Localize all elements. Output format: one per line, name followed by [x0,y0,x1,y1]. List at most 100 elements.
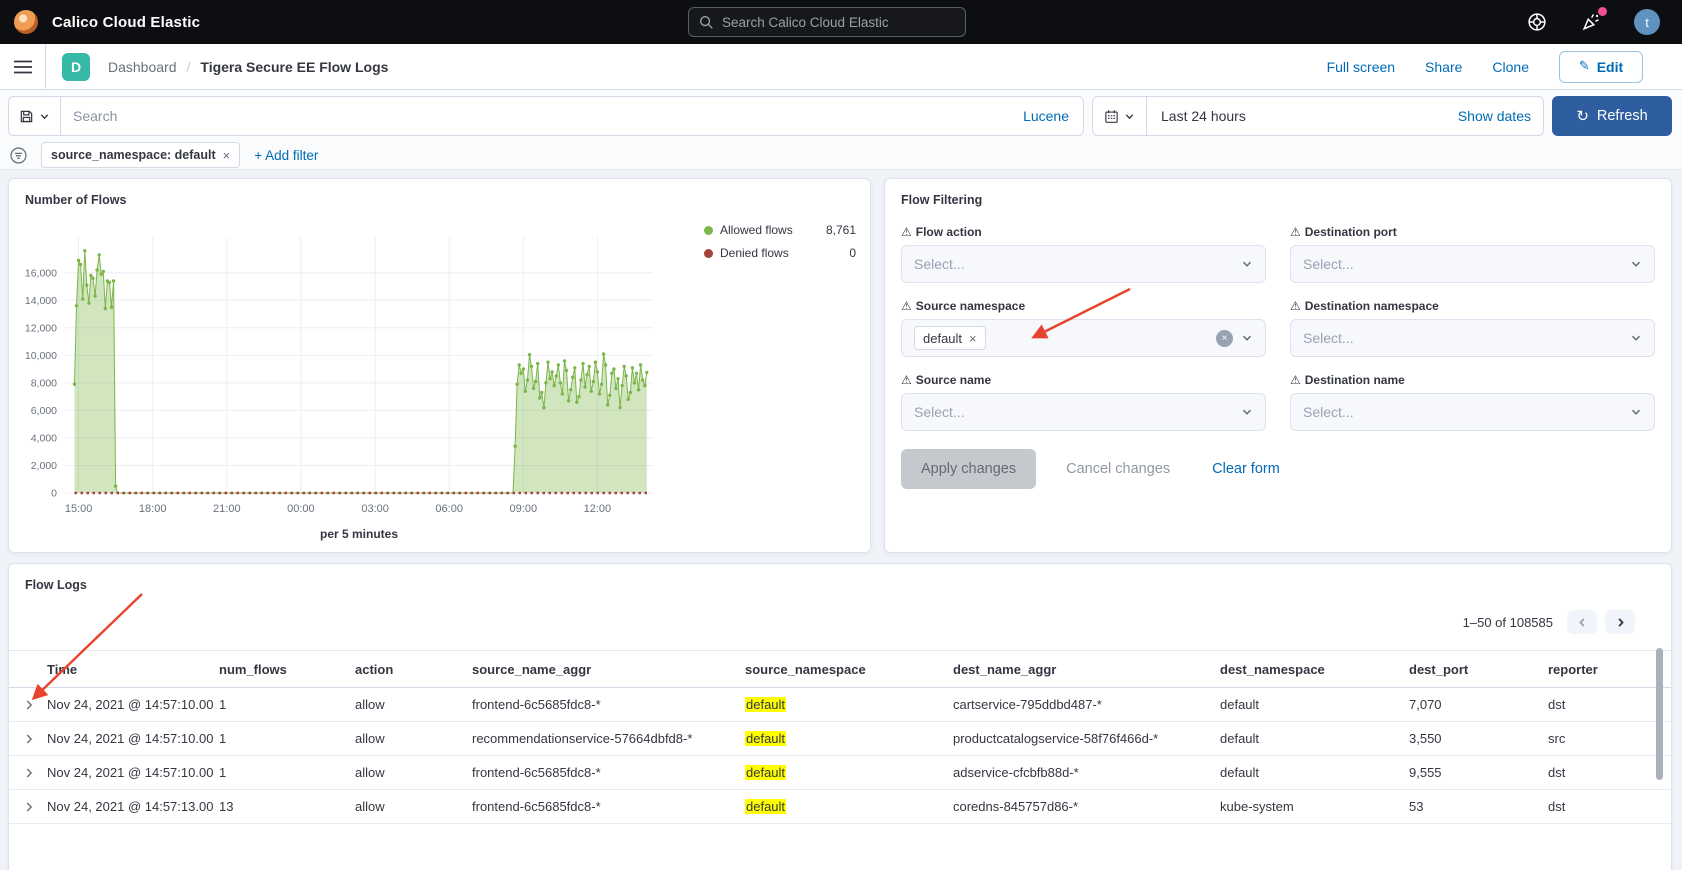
panel-title: Number of Flows [25,193,126,207]
column-header-time[interactable]: Time [41,662,213,677]
menu-toggle-icon[interactable] [0,44,46,89]
date-picker[interactable]: Last 24 hours Show dates [1092,96,1544,136]
legend-item-1[interactable]: Denied flows 0 [704,246,856,260]
legend-label: Denied flows [720,246,789,260]
column-header-dest_name_aggr[interactable]: dest_name_aggr [947,662,1214,677]
field-label-flow-action: ⚠Flow action [901,225,1266,239]
table-scrollbar[interactable] [1656,648,1663,780]
calico-logo-icon[interactable] [14,10,38,34]
panel-title: Flow Filtering [901,193,982,207]
column-header-source_namespace[interactable]: source_namespace [739,662,947,677]
newsfeed-icon[interactable] [1580,11,1602,33]
destination-namespace-select[interactable]: Select... [1290,319,1655,357]
expand-row-button[interactable] [17,733,41,745]
cell-action: allow [349,799,466,814]
clear-selection-icon[interactable]: × [1216,330,1233,347]
column-header-reporter[interactable]: reporter [1542,662,1671,677]
column-header-dest_port[interactable]: dest_port [1403,662,1542,677]
global-search-input[interactable]: Search Calico Cloud Elastic [688,7,966,37]
warning-icon: ⚠ [901,373,912,387]
expand-row-button[interactable] [17,801,41,813]
expand-row-button[interactable] [17,699,41,711]
chevron-right-icon [23,733,35,745]
svg-text:2,000: 2,000 [31,460,57,472]
remove-option-icon[interactable]: × [969,331,977,346]
clone-button[interactable]: Clone [1492,59,1529,75]
legend-item-0[interactable]: Allowed flows 8,761 [704,223,856,237]
cell-time: Nov 24, 2021 @ 14:57:10.000 [41,697,213,712]
clear-form-button[interactable]: Clear form [1212,461,1280,477]
apply-changes-button[interactable]: Apply changes [901,449,1036,489]
breadcrumb-bar: D Dashboard / Tigera Secure EE Flow Logs… [0,44,1682,90]
cancel-changes-button[interactable]: Cancel changes [1066,461,1170,477]
add-filter-button[interactable]: + Add filter [254,148,318,163]
kql-search-input[interactable]: Search Lucene [8,96,1084,136]
share-button[interactable]: Share [1425,59,1462,75]
filter-field-source-name: ⚠Source name Select... [901,373,1266,431]
cell-source_namespace: default [739,799,947,814]
flow-logs-table: Timenum_flowsactionsource_name_aggrsourc… [9,650,1671,824]
chevron-down-icon [1630,406,1642,418]
query-language-button[interactable]: Lucene [1023,108,1083,124]
chevron-right-icon [23,801,35,813]
destination-name-select[interactable]: Select... [1290,393,1655,431]
legend-value: 8,761 [826,223,856,237]
flow-filtering-panel: Flow Filtering ⚠Flow action Select... ⚠D… [884,178,1672,553]
svg-text:6,000: 6,000 [31,405,57,417]
time-range-value[interactable]: Last 24 hours [1161,108,1246,124]
cell-reporter: src [1542,731,1671,746]
flow-action-select[interactable]: Select... [901,245,1266,283]
chevron-down-icon [1241,258,1253,270]
notification-dot [1598,7,1607,16]
edit-button[interactable]: ✎ Edit [1559,51,1643,83]
selected-option-pill[interactable]: default × [914,326,986,350]
destination-port-select[interactable]: Select... [1290,245,1655,283]
chevron-right-icon [23,767,35,779]
column-header-action[interactable]: action [349,662,466,677]
column-header-source_name_aggr[interactable]: source_name_aggr [466,662,739,677]
cell-source_name_aggr: frontend-6c5685fdc8-* [466,799,739,814]
remove-filter-icon[interactable]: × [223,148,231,163]
cell-time: Nov 24, 2021 @ 14:57:10.000 [41,731,213,746]
next-page-button[interactable] [1605,610,1635,634]
source-namespace-combobox[interactable]: default × × [901,319,1266,357]
select-placeholder: Select... [1303,404,1354,420]
svg-text:8,000: 8,000 [31,377,57,389]
breadcrumb-dashboard[interactable]: Dashboard [108,59,177,75]
filter-pill-source-namespace[interactable]: source_namespace: default × [41,142,240,168]
field-label-source-name: ⚠Source name [901,373,1266,387]
save-query-button[interactable] [9,97,61,135]
cell-action: allow [349,765,466,780]
svg-text:18:00: 18:00 [139,503,167,515]
chart-legend: Allowed flows 8,761 Denied flows 0 [704,223,856,269]
highlighted-value: default [745,697,786,712]
chevron-down-icon [1630,258,1642,270]
dashboard-app-badge[interactable]: D [62,53,90,81]
full-screen-button[interactable]: Full screen [1327,59,1395,75]
expand-row-button[interactable] [17,767,41,779]
svg-text:14,000: 14,000 [25,295,57,307]
user-avatar[interactable]: t [1634,9,1660,35]
search-icon [699,15,714,30]
column-header-num_flows[interactable]: num_flows [213,662,349,677]
breadcrumb-separator: / [187,59,191,75]
search-placeholder: Search [73,108,117,124]
cell-dest_namespace: default [1214,731,1403,746]
help-icon[interactable] [1526,11,1548,33]
dashboard-area: Number of Flows 02,0004,0006,0008,00010,… [0,170,1682,870]
source-name-select[interactable]: Select... [901,393,1266,431]
previous-page-button[interactable] [1567,610,1597,634]
pagination-label: 1–50 of 108585 [1463,615,1553,630]
show-dates-button[interactable]: Show dates [1458,108,1543,124]
select-placeholder: Select... [914,404,965,420]
warning-icon: ⚠ [1290,299,1301,313]
refresh-button[interactable]: ↻ Refresh [1552,96,1672,136]
date-picker-menu-button[interactable] [1093,97,1147,135]
filter-field-flow-action: ⚠Flow action Select... [901,225,1266,283]
column-header-dest_namespace[interactable]: dest_namespace [1214,662,1403,677]
pencil-icon: ✎ [1579,59,1590,74]
warning-icon: ⚠ [901,225,912,239]
filter-icon[interactable] [10,147,27,164]
cell-dest_port: 53 [1403,799,1542,814]
chevron-left-icon [1577,617,1588,628]
